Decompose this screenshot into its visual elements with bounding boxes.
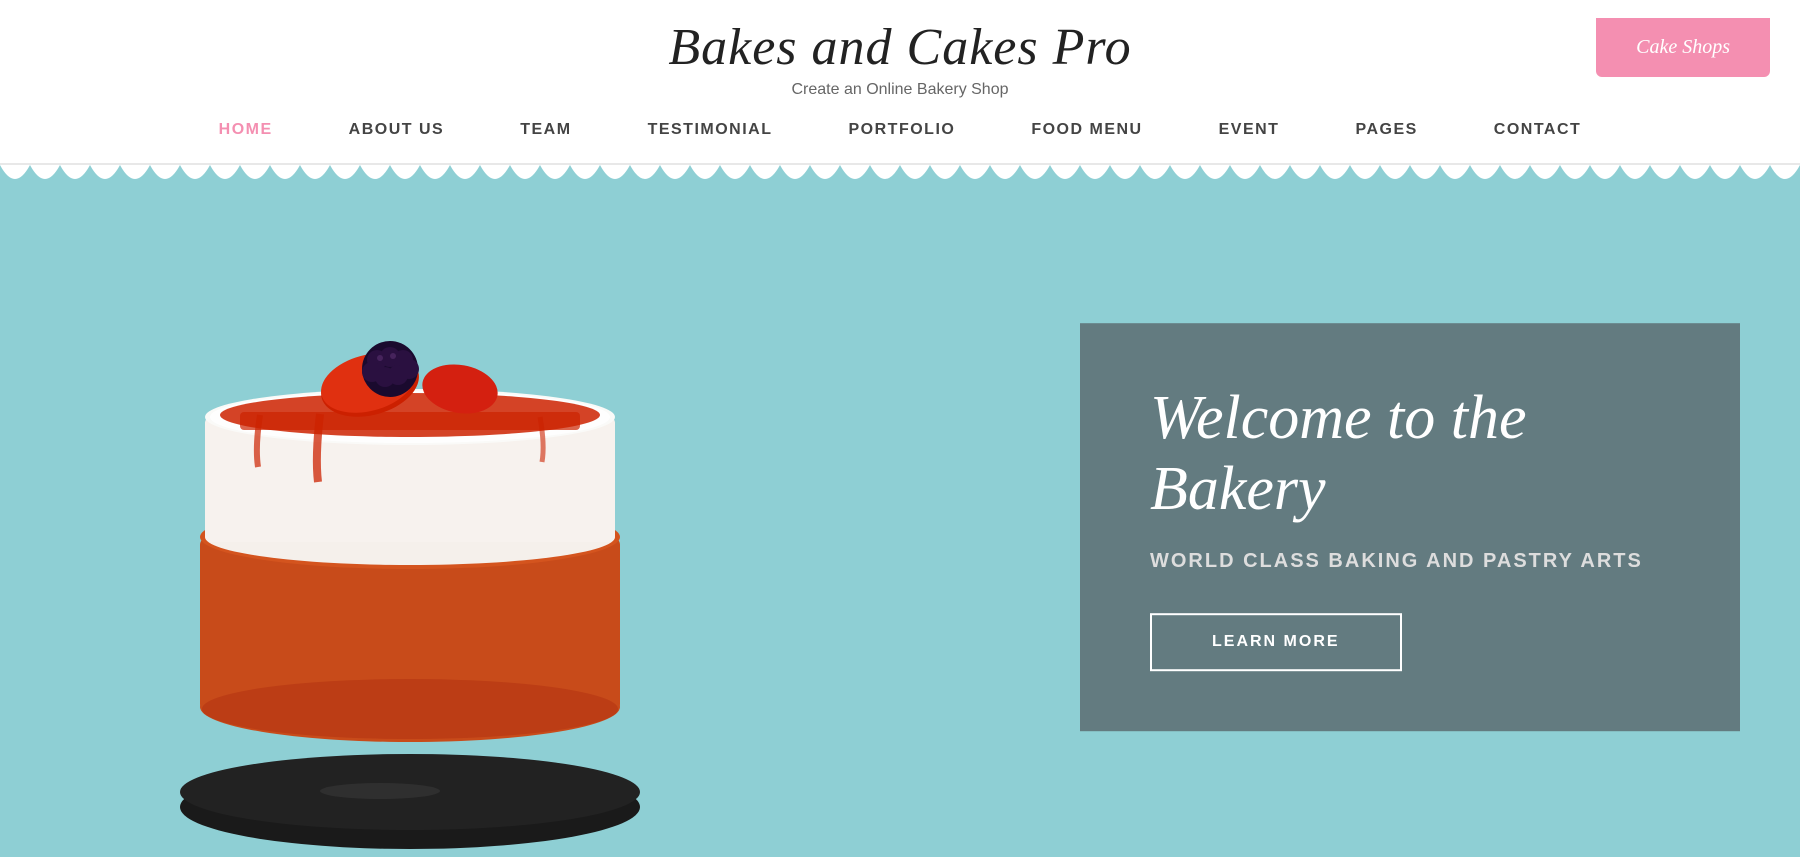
- cake-image: [60, 217, 760, 857]
- welcome-title: Welcome to the Bakery: [1150, 383, 1670, 526]
- learn-more-button[interactable]: LEARN MORE: [1150, 613, 1402, 671]
- hero-subtitle: WORLD CLASS BAKING AND PASTRY ARTS: [1150, 550, 1670, 573]
- site-title: Bakes and Cakes Pro: [668, 18, 1131, 77]
- nav-item-testimonial[interactable]: TESTIMONIAL: [610, 121, 811, 153]
- nav-item-home[interactable]: HOME: [181, 121, 311, 153]
- nav-item-event[interactable]: EVENT: [1181, 121, 1318, 153]
- nav-item-food-menu[interactable]: FOOD MENU: [993, 121, 1180, 153]
- header-top: Bakes and Cakes Pro Create an Online Bak…: [0, 18, 1800, 107]
- site-tagline: Create an Online Bakery Shop: [791, 81, 1008, 99]
- scallop-border: [0, 165, 1800, 197]
- nav-item-portfolio[interactable]: PORTFOLIO: [811, 121, 994, 153]
- nav-item-about[interactable]: ABOUT US: [311, 121, 483, 153]
- header: Bakes and Cakes Pro Create an Online Bak…: [0, 0, 1800, 165]
- nav-item-pages[interactable]: PAGES: [1317, 121, 1455, 153]
- main-nav: HOME ABOUT US TEAM TESTIMONIAL PORTFOLIO…: [181, 107, 1620, 153]
- nav-item-team[interactable]: TEAM: [482, 121, 609, 153]
- hero-section: Welcome to the Bakery WORLD CLASS BAKING…: [0, 197, 1800, 857]
- nav-item-contact[interactable]: CONTACT: [1456, 121, 1620, 153]
- cake-shops-button[interactable]: Cake Shops: [1596, 18, 1770, 77]
- hero-info-box: Welcome to the Bakery WORLD CLASS BAKING…: [1080, 323, 1740, 731]
